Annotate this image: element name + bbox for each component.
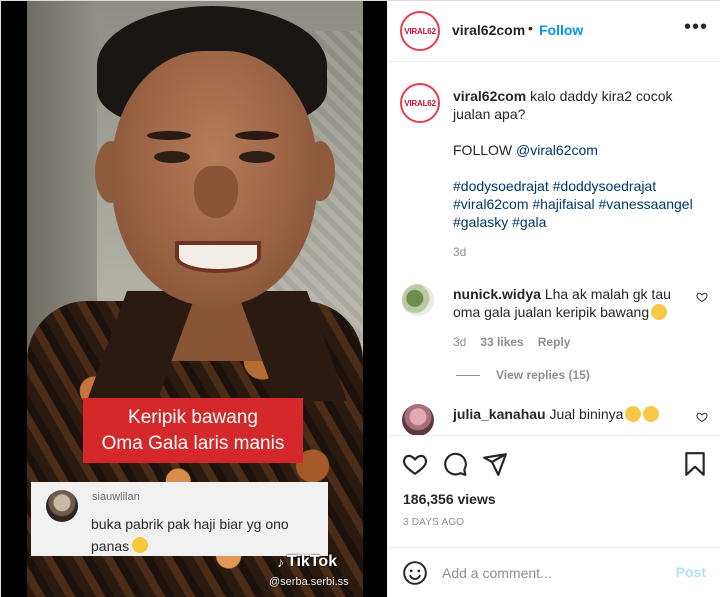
comment-like-heart-icon[interactable] — [696, 291, 708, 303]
comment-username[interactable]: julia_kanahau — [453, 406, 546, 422]
laughing-emoji-icon — [625, 406, 642, 422]
caption-timestamp: 3d — [453, 245, 467, 259]
tiktok-comment-body: buka pabrik pak haji biar yg ono panas — [91, 516, 289, 554]
avatar-logo-text: VIRAL62 — [404, 26, 436, 36]
comment-input[interactable] — [442, 563, 662, 583]
caption-follow-prefix: FOLLOW — [453, 142, 513, 158]
post-side-panel: VIRAL62 viral62com • Follow ••• VIRAL62 … — [387, 1, 720, 597]
replies-divider — [456, 374, 480, 376]
caption-body: viral62com kalo daddy kira2 cocok jualan… — [453, 87, 698, 231]
emoji-picker-icon[interactable] — [402, 560, 428, 586]
comments-list[interactable]: VIRAL62 viral62com kalo daddy kira2 coco… — [388, 63, 720, 435]
tiktok-watermark: ♪ TikTok — [277, 553, 337, 571]
comment-time: 3d — [453, 335, 467, 349]
caption-hashtags-1[interactable]: #dodysoedrajat #doddysoedrajat — [453, 177, 698, 195]
caption-mention-link[interactable]: @viral62com — [516, 142, 598, 158]
video-text-overlay: Keripik bawang Oma Gala laris manis — [83, 398, 303, 463]
add-comment-bar: Post — [388, 547, 720, 597]
tiktok-comment-avatar — [46, 490, 78, 522]
comment-meta: 3d 33 likes Reply — [453, 335, 570, 349]
overlay-line-2: Oma Gala laris manis — [101, 432, 285, 454]
tiktok-comment-text: buka pabrik pak haji biar yg ono panas — [91, 513, 321, 557]
caption-hashtags-3[interactable]: #galasky #gala — [453, 213, 698, 231]
tiktok-note-icon: ♪ — [277, 554, 284, 570]
caption-follow-line: FOLLOW @viral62com — [453, 141, 698, 159]
post-actions: 186,356 views 3 DAYS AGO — [388, 435, 720, 547]
save-bookmark-icon[interactable] — [682, 451, 708, 477]
comment-body: nunick.widya Lha ak malah gk tau oma gal… — [453, 285, 688, 321]
person-smile — [175, 241, 261, 273]
tiktok-comment-username: siauwlilan — [92, 491, 140, 503]
post-comment-button[interactable]: Post — [676, 564, 706, 580]
view-replies-button[interactable]: View replies (15) — [456, 368, 590, 382]
post-header: VIRAL62 viral62com • Follow ••• — [388, 1, 720, 62]
tiktok-logo-text: TikTok — [287, 553, 338, 570]
post-video[interactable]: Keripik bawang Oma Gala laris manis siau… — [1, 1, 387, 597]
view-replies-label: View replies (15) — [496, 368, 590, 382]
comment-username[interactable]: nunick.widya — [453, 286, 541, 302]
header-separator: • — [528, 20, 533, 36]
comment-likes[interactable]: 33 likes — [480, 335, 523, 349]
person-brow-right — [235, 131, 279, 140]
comment-like-heart-icon[interactable] — [696, 411, 708, 423]
laughing-emoji-icon — [643, 406, 660, 422]
overlay-line-1: Keripik bawang — [128, 406, 258, 428]
comment-bubble-icon[interactable] — [442, 451, 468, 477]
view-count[interactable]: 186,356 views — [403, 491, 496, 507]
caption-hashtags-2[interactable]: #viral62com #hajifaisal #vanessaangel — [453, 195, 698, 213]
post-date: 3 DAYS AGO — [403, 517, 465, 528]
caption-username[interactable]: viral62com — [453, 88, 526, 104]
smile-emoji-icon — [132, 537, 149, 553]
share-paper-plane-icon[interactable] — [482, 451, 508, 477]
like-heart-icon[interactable] — [402, 451, 428, 477]
person-brow-left — [147, 131, 191, 140]
caption-author-avatar[interactable]: VIRAL62 — [400, 83, 440, 123]
sad-emoji-icon — [651, 304, 668, 320]
tiktok-handle: @serba.serbi.ss — [269, 576, 349, 588]
caption-avatar-logo-text: VIRAL62 — [404, 98, 436, 108]
person-eye-left — [154, 151, 190, 163]
more-options-icon[interactable]: ••• — [684, 17, 708, 37]
comment-text: Jual bininya — [549, 406, 624, 422]
tiktok-comment-card: siauwlilan buka pabrik pak haji biar yg … — [31, 482, 328, 556]
comment-reply-button[interactable]: Reply — [538, 335, 571, 349]
person-eye-right — [239, 151, 275, 163]
author-username[interactable]: viral62com — [452, 22, 525, 38]
person-nose — [194, 166, 238, 218]
comment-avatar[interactable] — [402, 404, 434, 435]
author-avatar[interactable]: VIRAL62 — [400, 11, 440, 51]
comment-body: julia_kanahau Jual bininya — [453, 405, 688, 423]
instagram-post-frame: Keripik bawang Oma Gala laris manis siau… — [0, 0, 720, 597]
follow-button[interactable]: Follow — [539, 22, 583, 38]
comment-avatar[interactable] — [402, 284, 434, 316]
